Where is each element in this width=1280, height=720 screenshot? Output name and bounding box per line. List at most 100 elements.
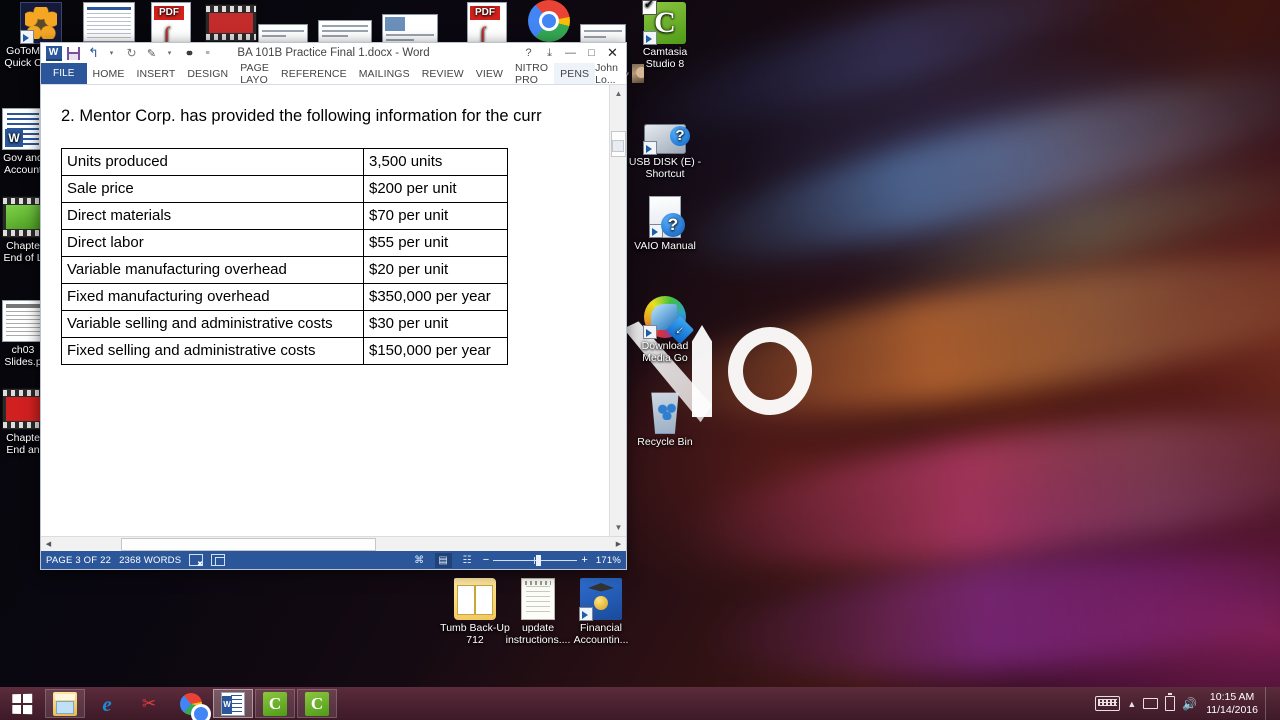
- table-cell-value: $30 per unit: [363, 310, 508, 338]
- desktop-icon-gotomeeting[interactable]: [4, 2, 78, 47]
- tab-file[interactable]: FILE: [41, 63, 87, 84]
- show-desktop-button[interactable]: [1265, 687, 1273, 720]
- desktop-icon-camtasia-studio-8[interactable]: Camtasia Studio 8: [628, 0, 702, 70]
- desktop-icon-label: VAIO Manual: [634, 240, 696, 252]
- keyboard-icon[interactable]: [1095, 696, 1121, 711]
- taskbar[interactable]: e ▲ 🔊 10:15 AM 11/14/2016: [0, 687, 1280, 720]
- touch-mouse-mode-icon[interactable]: ✎: [143, 45, 160, 62]
- desktop-icon-chrome[interactable]: [512, 0, 586, 45]
- taskbar-camtasia-2[interactable]: [297, 689, 337, 718]
- taskbar-internet-explorer[interactable]: e: [87, 689, 127, 718]
- volume-icon[interactable]: 🔊: [1182, 697, 1197, 711]
- table-row: Fixed selling and administrative costs $…: [61, 337, 508, 365]
- spell-check-icon[interactable]: [189, 554, 204, 568]
- desktop-icon-video-1[interactable]: [194, 4, 268, 45]
- scroll-right-icon[interactable]: ▶: [611, 537, 626, 552]
- horizontal-scrollbar-thumb[interactable]: [121, 537, 376, 551]
- taskbar-file-explorer[interactable]: [45, 689, 85, 718]
- tab-references[interactable]: REFERENCE: [275, 63, 353, 84]
- find-icon[interactable]: ⚭: [181, 45, 198, 62]
- desktop-icon-recycle-bin[interactable]: Recycle Bin: [628, 390, 702, 449]
- maximize-button[interactable]: □: [581, 44, 602, 62]
- battery-icon[interactable]: [1165, 693, 1176, 711]
- scroll-down-icon[interactable]: ▼: [610, 519, 626, 536]
- tab-page-layout[interactable]: PAGE LAYO: [234, 62, 275, 86]
- quick-access-toolbar[interactable]: W ↰ ▾ ↻ ✎ ▾ ⚭ ≡: [41, 45, 216, 62]
- clock-date: 11/14/2016: [1206, 703, 1258, 716]
- word-window[interactable]: W ↰ ▾ ↻ ✎ ▾ ⚭ ≡ BA 101B Practice Final 1…: [40, 42, 645, 570]
- tab-nitro-pro[interactable]: NITRO PRO: [509, 62, 554, 86]
- desktop-icon-doc-thumb-2[interactable]: [258, 24, 308, 44]
- table-cell-label: Direct labor: [61, 229, 364, 257]
- tab-mailings[interactable]: MAILINGS: [353, 63, 416, 84]
- undo-icon[interactable]: ↰: [85, 45, 102, 62]
- show-hidden-icons-icon[interactable]: ▲: [1127, 699, 1136, 709]
- desktop-icon-vaio-manual[interactable]: VAIO Manual: [628, 196, 702, 253]
- zoom-knob[interactable]: [536, 554, 542, 566]
- avatar[interactable]: [632, 64, 645, 83]
- horizontal-scrollbar[interactable]: ◀ ▶: [41, 536, 626, 551]
- touch-mode-dropdown-icon[interactable]: ▾: [161, 45, 178, 62]
- desktop-icon-doc-thumb-3[interactable]: [318, 20, 372, 44]
- vertical-scrollbar[interactable]: ▲ ▼: [609, 85, 626, 536]
- view-read-mode-button[interactable]: ⌘: [411, 553, 428, 568]
- word-title-bar[interactable]: W ↰ ▾ ↻ ✎ ▾ ⚭ ≡ BA 101B Practice Final 1…: [41, 43, 626, 63]
- tab-pens[interactable]: PENS: [554, 63, 596, 84]
- tab-review[interactable]: REVIEW: [416, 63, 470, 84]
- account-dropdown-icon[interactable]: ▾: [626, 70, 630, 78]
- ribbon-tabs[interactable]: FILE HOME INSERT DESIGN PAGE LAYO REFERE…: [41, 62, 645, 86]
- taskbar-snipping-tool[interactable]: [129, 689, 169, 718]
- table-cell-value: $150,000 per year: [363, 337, 508, 365]
- scroll-up-icon[interactable]: ▲: [610, 85, 626, 102]
- document-body[interactable]: 2. Mentor Corp. has provided the followi…: [41, 85, 626, 536]
- table-cell-label: Fixed manufacturing overhead: [61, 283, 364, 311]
- tab-view[interactable]: VIEW: [470, 63, 509, 84]
- taskbar-word[interactable]: [213, 689, 253, 718]
- status-bar[interactable]: PAGE 3 OF 22 2368 WORDS ⌘ ▤ ☷ − + 171%: [41, 551, 626, 569]
- account-menu[interactable]: John Lo... ▾: [595, 62, 646, 86]
- taskbar-chrome[interactable]: [171, 689, 211, 720]
- scroll-left-icon[interactable]: ◀: [41, 537, 56, 552]
- window-controls[interactable]: ? ⤓ — □ ✕: [518, 44, 626, 62]
- desktop-icon-doc-thumb-4[interactable]: [580, 24, 626, 44]
- table-cell-label: Units produced: [61, 148, 364, 176]
- camtasia-icon: [305, 691, 329, 716]
- view-web-layout-button[interactable]: ☷: [459, 553, 476, 568]
- desktop-icon-slide-thumb[interactable]: [382, 14, 438, 44]
- zoom-percent[interactable]: 171%: [595, 555, 621, 566]
- document-page[interactable]: 2. Mentor Corp. has provided the followi…: [41, 85, 609, 365]
- desktop-icon-usb-disk[interactable]: USB DISK (E) - Shortcut: [628, 116, 702, 180]
- clock[interactable]: 10:15 AM 11/14/2016: [1204, 691, 1258, 717]
- tab-insert[interactable]: INSERT: [130, 63, 181, 84]
- system-tray[interactable]: ▲ 🔊 10:15 AM 11/14/2016: [1095, 687, 1280, 720]
- help-icon[interactable]: ?: [518, 44, 539, 62]
- table-cell-value: $350,000 per year: [363, 283, 508, 311]
- undo-dropdown-icon[interactable]: ▾: [103, 45, 120, 62]
- taskbar-camtasia-1[interactable]: [255, 689, 295, 718]
- zoom-slider[interactable]: − +: [483, 554, 588, 566]
- tab-design[interactable]: DESIGN: [181, 63, 234, 84]
- start-button[interactable]: [0, 687, 44, 720]
- language-icon[interactable]: [211, 554, 226, 566]
- word-count[interactable]: 2368 WORDS: [119, 555, 181, 566]
- table-cell-value: $20 per unit: [363, 256, 508, 284]
- save-icon[interactable]: [65, 45, 82, 62]
- redo-icon[interactable]: ↻: [123, 45, 140, 62]
- zoom-track[interactable]: [493, 554, 578, 566]
- customize-qat-icon[interactable]: ≡: [199, 45, 216, 62]
- network-icon[interactable]: [1143, 698, 1159, 709]
- desktop-icon-financial-accounting[interactable]: Financial Accountin...: [564, 578, 638, 646]
- vaio-letter-o: [728, 327, 812, 415]
- minimize-button[interactable]: —: [560, 44, 581, 62]
- close-button[interactable]: ✕: [602, 44, 623, 62]
- view-print-layout-button[interactable]: ▤: [434, 552, 452, 568]
- tab-home[interactable]: HOME: [87, 63, 131, 84]
- ribbon-display-options-icon[interactable]: ⤓: [539, 44, 560, 62]
- desktop-icon-download-media-go[interactable]: Download Media Go: [628, 296, 702, 364]
- clock-time: 10:15 AM: [1209, 690, 1255, 703]
- status-bar-right[interactable]: ⌘ ▤ ☷ − + 171%: [411, 552, 621, 568]
- zoom-out-button[interactable]: −: [483, 554, 490, 566]
- zoom-in-button[interactable]: +: [581, 554, 588, 566]
- page-surface[interactable]: 2. Mentor Corp. has provided the followi…: [41, 85, 609, 536]
- page-indicator[interactable]: PAGE 3 OF 22: [46, 555, 111, 566]
